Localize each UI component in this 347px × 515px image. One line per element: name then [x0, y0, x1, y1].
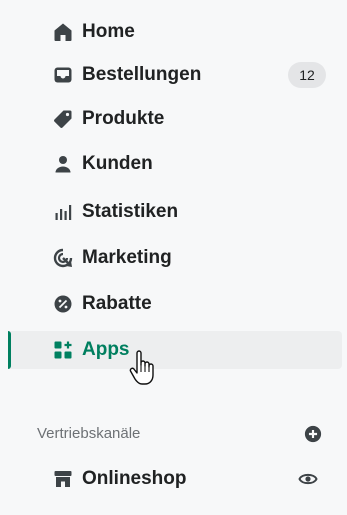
- plus-circle-icon[interactable]: [302, 423, 324, 445]
- sidebar-item-orders[interactable]: Bestellungen 12: [18, 56, 342, 94]
- sidebar-item-home[interactable]: Home: [18, 13, 342, 51]
- sidebar-item-label: Rabatte: [82, 293, 152, 314]
- person-icon: [51, 152, 75, 176]
- sidebar-item-customers[interactable]: Kunden: [18, 145, 342, 183]
- sidebar-item-label: Statistiken: [82, 201, 179, 222]
- active-indicator: [8, 331, 11, 369]
- tag-icon: [51, 107, 75, 131]
- sidebar-item-analytics[interactable]: Statistiken: [18, 193, 342, 231]
- sidebar-item-label: Kunden: [82, 153, 153, 174]
- sidebar-item-marketing[interactable]: Marketing: [18, 239, 342, 277]
- bar-chart-icon: [51, 200, 75, 224]
- sidebar-item-products[interactable]: Produkte: [18, 100, 342, 138]
- sidebar-item-label: Bestellungen: [82, 64, 202, 85]
- sidebar-item-label: Onlineshop: [82, 468, 187, 489]
- sidebar-item-label: Produkte: [82, 108, 165, 129]
- inbox-icon: [51, 63, 75, 87]
- sales-channels-heading: Vertriebskanäle: [37, 425, 141, 442]
- sidebar-item-label: Marketing: [82, 247, 172, 268]
- sidebar-item-online-store[interactable]: Onlineshop: [18, 460, 342, 498]
- sidebar-nav: Home Bestellungen 12 Produkte Kunden Sta…: [0, 0, 347, 515]
- apps-icon: [51, 338, 75, 362]
- sidebar-item-apps[interactable]: Apps: [8, 331, 342, 369]
- discount-icon: [51, 292, 75, 316]
- store-icon: [51, 467, 75, 491]
- eye-icon[interactable]: [296, 467, 320, 491]
- sidebar-item-label: Apps: [82, 339, 130, 360]
- sidebar-item-label: Home: [82, 21, 135, 42]
- sidebar-item-discounts[interactable]: Rabatte: [18, 285, 342, 323]
- home-icon: [51, 20, 75, 44]
- orders-count-badge: 12: [288, 62, 326, 88]
- target-icon: [51, 246, 75, 270]
